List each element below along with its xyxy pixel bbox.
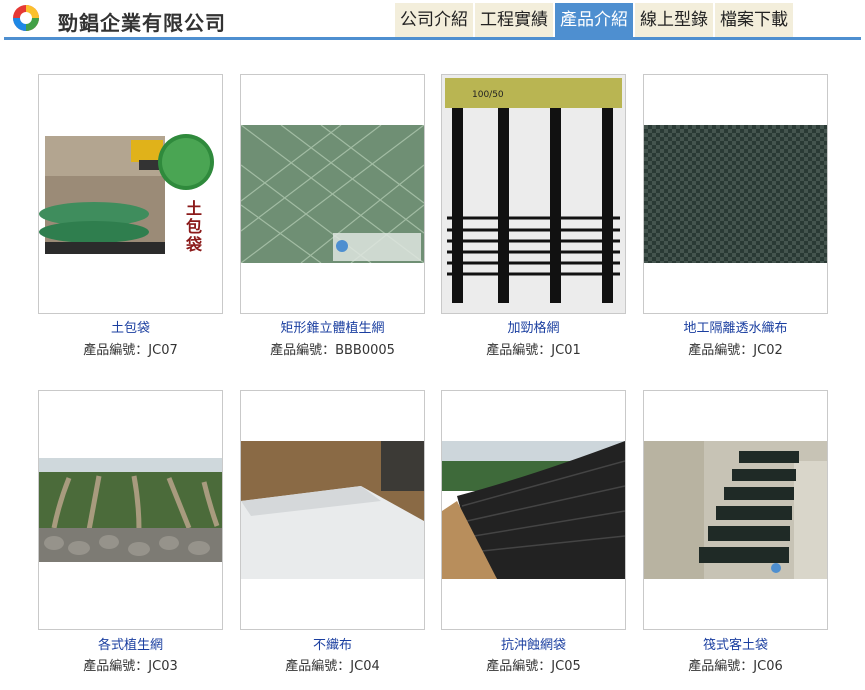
product-name-link[interactable]: 筏式客土袋: [643, 634, 828, 653]
nav-online-catalog[interactable]: 線上型錄: [635, 3, 713, 37]
product-code-label: 產品編號：: [83, 343, 149, 358]
product-card-pyramid-net[interactable]: [240, 74, 425, 314]
product-code-label: 產品編號：: [486, 659, 552, 674]
product-code-value: JC01: [551, 343, 581, 358]
product-code: 產品編號：JC02: [643, 339, 828, 358]
product-image-raft-bag: [644, 441, 827, 579]
nav-downloads[interactable]: 檔案下載: [715, 3, 793, 37]
geogrid-label-text: 100/50: [472, 90, 504, 100]
main-nav: 公司介紹 工程實績 產品介紹 線上型錄 檔案下載: [395, 3, 795, 37]
product-code-value: BBB0005: [335, 343, 395, 358]
product-name-link[interactable]: 加勁格網: [441, 317, 626, 336]
product-code-value: JC06: [753, 659, 783, 674]
product-code: 產品編號：JC05: [441, 655, 626, 674]
nav-products[interactable]: 產品介紹: [555, 3, 633, 37]
product-card-nonwoven[interactable]: [240, 390, 425, 630]
product-code-label: 產品編號：: [688, 343, 754, 358]
nav-company-intro[interactable]: 公司介紹: [395, 3, 473, 37]
product-code-label: 產品編號：: [486, 343, 552, 358]
product-code-value: JC04: [350, 659, 380, 674]
sandbag-label-text: 包: [186, 217, 202, 236]
product-name-link[interactable]: 抗沖蝕網袋: [441, 634, 626, 653]
product-card-woven-fabric[interactable]: [643, 74, 828, 314]
product-code-label: 產品編號：: [285, 659, 351, 674]
product-code: 產品編號：JC07: [38, 339, 223, 358]
product-name-link[interactable]: 矩形錐立體植生網: [240, 317, 425, 336]
product-code-value: JC03: [148, 659, 178, 674]
product-name-link[interactable]: 地工隔離透水織布: [643, 317, 828, 336]
header: 勁錩企業有限公司 公司介紹 工程實績 產品介紹 線上型錄 檔案下載: [0, 0, 865, 40]
product-image-sandbag: 土 包 袋: [39, 134, 222, 257]
sandbag-label-text: 袋: [185, 235, 203, 254]
product-code: 產品編號：JC04: [240, 655, 425, 674]
product-image-nonwoven: [241, 441, 424, 579]
product-card-sandbag[interactable]: 土 包 袋: [38, 74, 223, 314]
product-code-value: JC07: [148, 343, 178, 358]
product-image-pyramid-net: [241, 125, 424, 263]
company-name: 勁錩企業有限公司: [58, 11, 226, 35]
product-card-erosion-bag[interactable]: [441, 390, 626, 630]
product-code-label: 產品編號：: [270, 343, 336, 358]
product-code: 產品編號：BBB0005: [240, 339, 425, 358]
nav-projects[interactable]: 工程實績: [475, 3, 553, 37]
product-code-value: JC05: [551, 659, 581, 674]
company-logo-icon[interactable]: [11, 3, 41, 33]
product-code: 產品編號：JC01: [441, 339, 626, 358]
product-name-link[interactable]: 土包袋: [38, 317, 223, 336]
product-name-link[interactable]: 各式植生網: [38, 634, 223, 653]
product-code: 產品編號：JC06: [643, 655, 828, 674]
product-card-geogrid[interactable]: 100/50: [441, 74, 626, 314]
product-image-vegetation-net: [39, 458, 222, 562]
sandbag-label-text: 土: [186, 199, 202, 218]
header-divider: [4, 37, 861, 40]
product-name-link[interactable]: 不織布: [240, 634, 425, 653]
product-code-label: 產品編號：: [688, 659, 754, 674]
product-card-raft-bag[interactable]: [643, 390, 828, 630]
product-image-woven-fabric: [644, 125, 827, 263]
product-code: 產品編號：JC03: [38, 655, 223, 674]
product-image-geogrid: 100/50: [442, 75, 625, 313]
product-code-label: 產品編號：: [83, 659, 149, 674]
product-code-value: JC02: [753, 343, 783, 358]
product-card-vegetation-net[interactable]: [38, 390, 223, 630]
product-image-erosion-bag: [442, 441, 625, 579]
